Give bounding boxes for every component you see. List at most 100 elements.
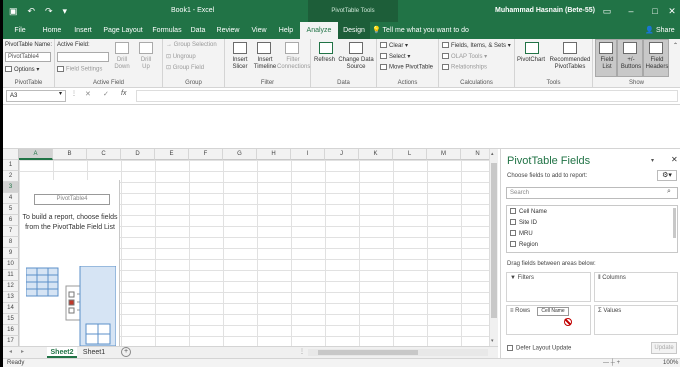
- column-header-d[interactable]: D: [121, 149, 155, 160]
- name-box-dropdown-icon[interactable]: ▾: [59, 90, 62, 97]
- cancel-icon[interactable]: ✕: [85, 90, 91, 98]
- row-header-3[interactable]: 3: [3, 182, 19, 193]
- sheet-tab-sheet1[interactable]: Sheet1: [79, 347, 109, 358]
- filters-area[interactable]: ▼ Filters: [506, 272, 591, 302]
- tab-split-handle-icon[interactable]: ⋮: [299, 348, 305, 355]
- row-header-2[interactable]: 2: [3, 171, 19, 182]
- column-header-j[interactable]: J: [325, 149, 359, 160]
- name-box[interactable]: A3: [6, 90, 66, 102]
- tab-data[interactable]: Data: [187, 22, 209, 39]
- column-header-k[interactable]: K: [359, 149, 393, 160]
- horizontal-scroll-thumb[interactable]: [318, 350, 418, 355]
- pane-close-icon[interactable]: ✕: [671, 155, 678, 164]
- scroll-up-icon[interactable]: ▴: [491, 151, 494, 157]
- insert-timeline-icon[interactable]: [257, 42, 271, 54]
- column-header-h[interactable]: H: [257, 149, 291, 160]
- drill-up-button[interactable]: Drill Up: [137, 57, 155, 71]
- tab-view[interactable]: View: [247, 22, 271, 39]
- clear-button[interactable]: Clear ▾: [380, 42, 408, 49]
- row-header-11[interactable]: 11: [3, 270, 19, 281]
- pivottable-name-input[interactable]: PivotTable4: [5, 52, 51, 62]
- tab-analyze[interactable]: Analyze: [300, 22, 338, 39]
- sheet-next-icon[interactable]: ▸: [21, 348, 24, 355]
- recommended-pivottables-button[interactable]: Recommended PivotTables: [549, 57, 591, 71]
- checkbox-icon[interactable]: [510, 208, 516, 215]
- pivotchart-button[interactable]: PivotChart: [517, 57, 545, 63]
- insert-function-icon[interactable]: fx: [121, 90, 126, 97]
- fields-items-sets-button[interactable]: Fields, Items, & Sets ▾: [442, 42, 511, 49]
- user-name[interactable]: Muhammad Hasnain (Bete-55): [495, 0, 595, 22]
- pane-options-dropdown-icon[interactable]: ▾: [651, 157, 654, 164]
- save-icon[interactable]: ▣: [9, 0, 18, 22]
- column-header-a[interactable]: A: [19, 149, 53, 160]
- pivottable-placeholder[interactable]: PivotTable4 To build a report, choose fi…: [20, 180, 120, 346]
- zoom-slider[interactable]: — ┼ +: [603, 359, 620, 367]
- ungroup-button[interactable]: ⊡ Ungroup: [166, 53, 196, 60]
- tab-home[interactable]: Home: [39, 22, 65, 39]
- tab-design[interactable]: Design: [338, 22, 370, 39]
- tab-page-layout[interactable]: Page Layout: [101, 22, 145, 39]
- formula-input[interactable]: [136, 90, 678, 102]
- select-all-corner[interactable]: [3, 149, 19, 160]
- scroll-down-icon[interactable]: ▾: [491, 338, 494, 344]
- dragging-field-chip[interactable]: Cell Name: [537, 307, 569, 316]
- row-header-14[interactable]: 14: [3, 303, 19, 314]
- row-header-6[interactable]: 6: [3, 215, 19, 226]
- column-header-l[interactable]: L: [393, 149, 427, 160]
- field-item-region[interactable]: Region: [510, 240, 538, 250]
- relationships-button[interactable]: Relationships: [442, 64, 487, 71]
- gear-icon[interactable]: ⚙▾: [657, 170, 677, 181]
- vertical-scrollbar[interactable]: ▴ ▾: [489, 149, 498, 346]
- row-header-1[interactable]: 1: [3, 160, 19, 171]
- collapse-ribbon-icon[interactable]: ⌃: [673, 42, 678, 49]
- checkbox-icon[interactable]: [510, 219, 516, 226]
- refresh-icon[interactable]: [319, 42, 333, 54]
- horizontal-scrollbar[interactable]: [308, 349, 488, 356]
- close-icon[interactable]: ✕: [658, 0, 680, 22]
- options-button[interactable]: Options ▾: [5, 66, 39, 73]
- change-data-source-icon[interactable]: [349, 42, 363, 54]
- column-header-e[interactable]: E: [155, 149, 189, 160]
- row-header-12[interactable]: 12: [3, 281, 19, 292]
- row-header-8[interactable]: 8: [3, 237, 19, 248]
- row-header-17[interactable]: 17: [3, 336, 19, 346]
- drill-down-icon[interactable]: [115, 42, 129, 54]
- row-header-4[interactable]: 4: [3, 193, 19, 204]
- tab-help[interactable]: Help: [275, 22, 297, 39]
- undo-icon[interactable]: ↶: [27, 0, 35, 22]
- sheet-prev-icon[interactable]: ◂: [9, 348, 12, 355]
- field-item-mru[interactable]: MRU: [510, 229, 533, 239]
- row-header-7[interactable]: 7: [3, 226, 19, 237]
- plus-minus-buttons-button[interactable]: +/- Buttons: [617, 39, 643, 77]
- row-header-10[interactable]: 10: [3, 259, 19, 270]
- field-headers-button[interactable]: Field Headers: [643, 39, 669, 77]
- column-header-i[interactable]: I: [291, 149, 325, 160]
- insert-timeline-button[interactable]: Insert Timeline: [251, 57, 279, 71]
- move-pivottable-button[interactable]: Move PivotTable: [380, 64, 433, 71]
- checkbox-icon[interactable]: [510, 241, 516, 248]
- zoom-level[interactable]: 100%: [663, 359, 678, 367]
- recommended-pivottables-icon[interactable]: [563, 42, 577, 54]
- formula-bar-resize-icon[interactable]: ⋮: [71, 90, 77, 97]
- row-header-15[interactable]: 15: [3, 314, 19, 325]
- insert-slicer-button[interactable]: Insert Slicer: [228, 57, 252, 71]
- drill-down-button[interactable]: Drill Down: [113, 57, 131, 71]
- column-header-c[interactable]: C: [87, 149, 121, 160]
- filter-connections-icon[interactable]: [285, 42, 299, 54]
- add-sheet-icon[interactable]: +: [121, 347, 131, 357]
- vertical-scroll-thumb[interactable]: [491, 163, 497, 318]
- row-header-16[interactable]: 16: [3, 325, 19, 336]
- change-data-source-button[interactable]: Change Data Source: [337, 57, 375, 71]
- group-field-button[interactable]: ⊡ Group Field: [166, 64, 204, 71]
- update-button[interactable]: Update: [651, 342, 677, 354]
- sheet-tab-sheet2[interactable]: Sheet2: [47, 347, 77, 358]
- column-header-m[interactable]: M: [427, 149, 461, 160]
- share-button[interactable]: 👤 Share: [643, 22, 677, 39]
- pane-search-input[interactable]: Search: [506, 187, 678, 199]
- pivotchart-icon[interactable]: [525, 42, 539, 54]
- customize-qat-icon[interactable]: ▾: [62, 0, 67, 22]
- field-list-scrollbar[interactable]: [673, 208, 676, 238]
- refresh-button[interactable]: Refresh: [314, 57, 335, 63]
- field-item-site-id[interactable]: Site ID: [510, 218, 537, 228]
- values-area[interactable]: Σ Values: [594, 305, 678, 335]
